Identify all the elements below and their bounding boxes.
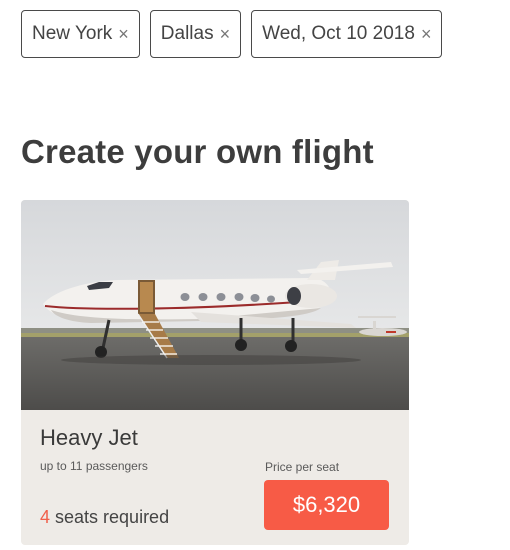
filter-chip-label: Dallas	[160, 23, 214, 44]
close-icon[interactable]: ×	[421, 25, 432, 43]
filter-chip-label: Wed, Oct 10 2018	[262, 23, 415, 44]
close-icon[interactable]: ×	[220, 25, 231, 43]
jet-image	[21, 200, 409, 410]
page: New York × Dallas × Wed, Oct 10 2018 × C…	[0, 0, 510, 550]
price-button[interactable]: $6,320	[264, 480, 389, 530]
jet-capacity: up to 11 passengers	[40, 459, 148, 473]
filter-chips: New York × Dallas × Wed, Oct 10 2018 ×	[21, 10, 443, 58]
seats-label: seats required	[50, 507, 170, 527]
filter-chip-origin[interactable]: New York ×	[21, 10, 140, 58]
jet-card-body: Heavy Jet up to 11 passengers 4 seats re…	[21, 410, 409, 545]
seats-required: 4 seats required	[40, 507, 169, 528]
seats-count: 4	[40, 507, 51, 527]
jet-name: Heavy Jet	[40, 425, 138, 450]
jet-card[interactable]: Heavy Jet up to 11 passengers 4 seats re…	[21, 200, 409, 545]
filter-chip-label: New York	[32, 23, 113, 44]
section-title: Create your own flight	[21, 133, 374, 170]
close-icon[interactable]: ×	[118, 25, 129, 43]
filter-chip-date[interactable]: Wed, Oct 10 2018 ×	[251, 10, 443, 58]
filter-chip-destination[interactable]: Dallas ×	[149, 10, 242, 58]
price-label: Price per seat	[265, 460, 340, 474]
